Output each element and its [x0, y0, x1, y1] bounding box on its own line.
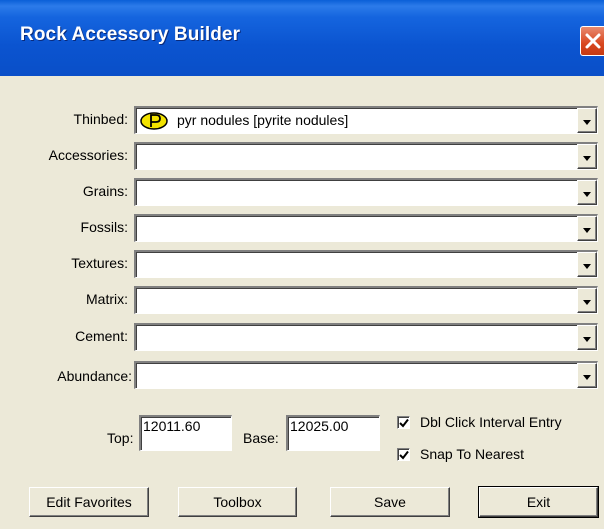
- grains-label: Grains:: [82, 183, 128, 199]
- pyrite-nodule-symbol-icon: [140, 112, 168, 130]
- abundance-label: Abundance:: [57, 368, 132, 384]
- base-label: Base:: [243, 430, 279, 446]
- thinbed-label: Thinbed:: [73, 111, 128, 127]
- grains-combo[interactable]: [134, 178, 598, 206]
- fossils-combo[interactable]: [134, 214, 598, 242]
- top-label: Top:: [107, 430, 134, 446]
- toolbox-button[interactable]: Toolbox: [178, 487, 297, 517]
- cement-label: Cement:: [75, 328, 128, 344]
- fossils-label: Fossils:: [80, 219, 128, 235]
- abundance-combo[interactable]: [134, 361, 598, 389]
- abundance-dropdown-button[interactable]: [577, 363, 597, 388]
- checkmark-icon: [399, 418, 409, 428]
- matrix-combo[interactable]: [134, 286, 598, 314]
- cement-combo[interactable]: [134, 323, 598, 351]
- thinbed-value: pyr nodules [pyrite nodules]: [177, 112, 349, 128]
- dbl-click-interval-label[interactable]: Dbl Click Interval Entry: [420, 414, 562, 430]
- matrix-dropdown-button[interactable]: [577, 288, 597, 313]
- window-title: Rock Accessory Builder: [20, 24, 241, 45]
- thinbed-combo[interactable]: pyr nodules [pyrite nodules]: [134, 106, 598, 134]
- base-input[interactable]: 12025.00: [286, 415, 380, 451]
- exit-button[interactable]: Exit: [478, 486, 599, 518]
- snap-to-nearest-label[interactable]: Snap To Nearest: [420, 446, 524, 462]
- textures-dropdown-button[interactable]: [577, 252, 597, 277]
- checkmark-icon: [399, 450, 409, 460]
- close-icon: [585, 33, 601, 49]
- accessories-dropdown-button[interactable]: [577, 144, 597, 169]
- grains-dropdown-button[interactable]: [577, 180, 597, 205]
- fossils-dropdown-button[interactable]: [577, 216, 597, 241]
- edit-favorites-button[interactable]: Edit Favorites: [29, 487, 149, 517]
- textures-combo[interactable]: [134, 250, 598, 278]
- accessories-combo[interactable]: [134, 142, 598, 170]
- title-bar[interactable]: Rock Accessory Builder: [0, 0, 604, 76]
- close-button[interactable]: [580, 26, 604, 56]
- textures-label: Textures:: [71, 255, 128, 271]
- thinbed-dropdown-button[interactable]: [577, 108, 597, 133]
- accessories-label: Accessories:: [48, 147, 128, 163]
- cement-dropdown-button[interactable]: [577, 325, 597, 350]
- dbl-click-interval-checkbox[interactable]: [397, 416, 410, 429]
- save-button[interactable]: Save: [330, 487, 450, 517]
- snap-to-nearest-checkbox[interactable]: [397, 448, 410, 461]
- top-input[interactable]: 12011.60: [139, 415, 232, 451]
- matrix-label: Matrix:: [86, 291, 128, 307]
